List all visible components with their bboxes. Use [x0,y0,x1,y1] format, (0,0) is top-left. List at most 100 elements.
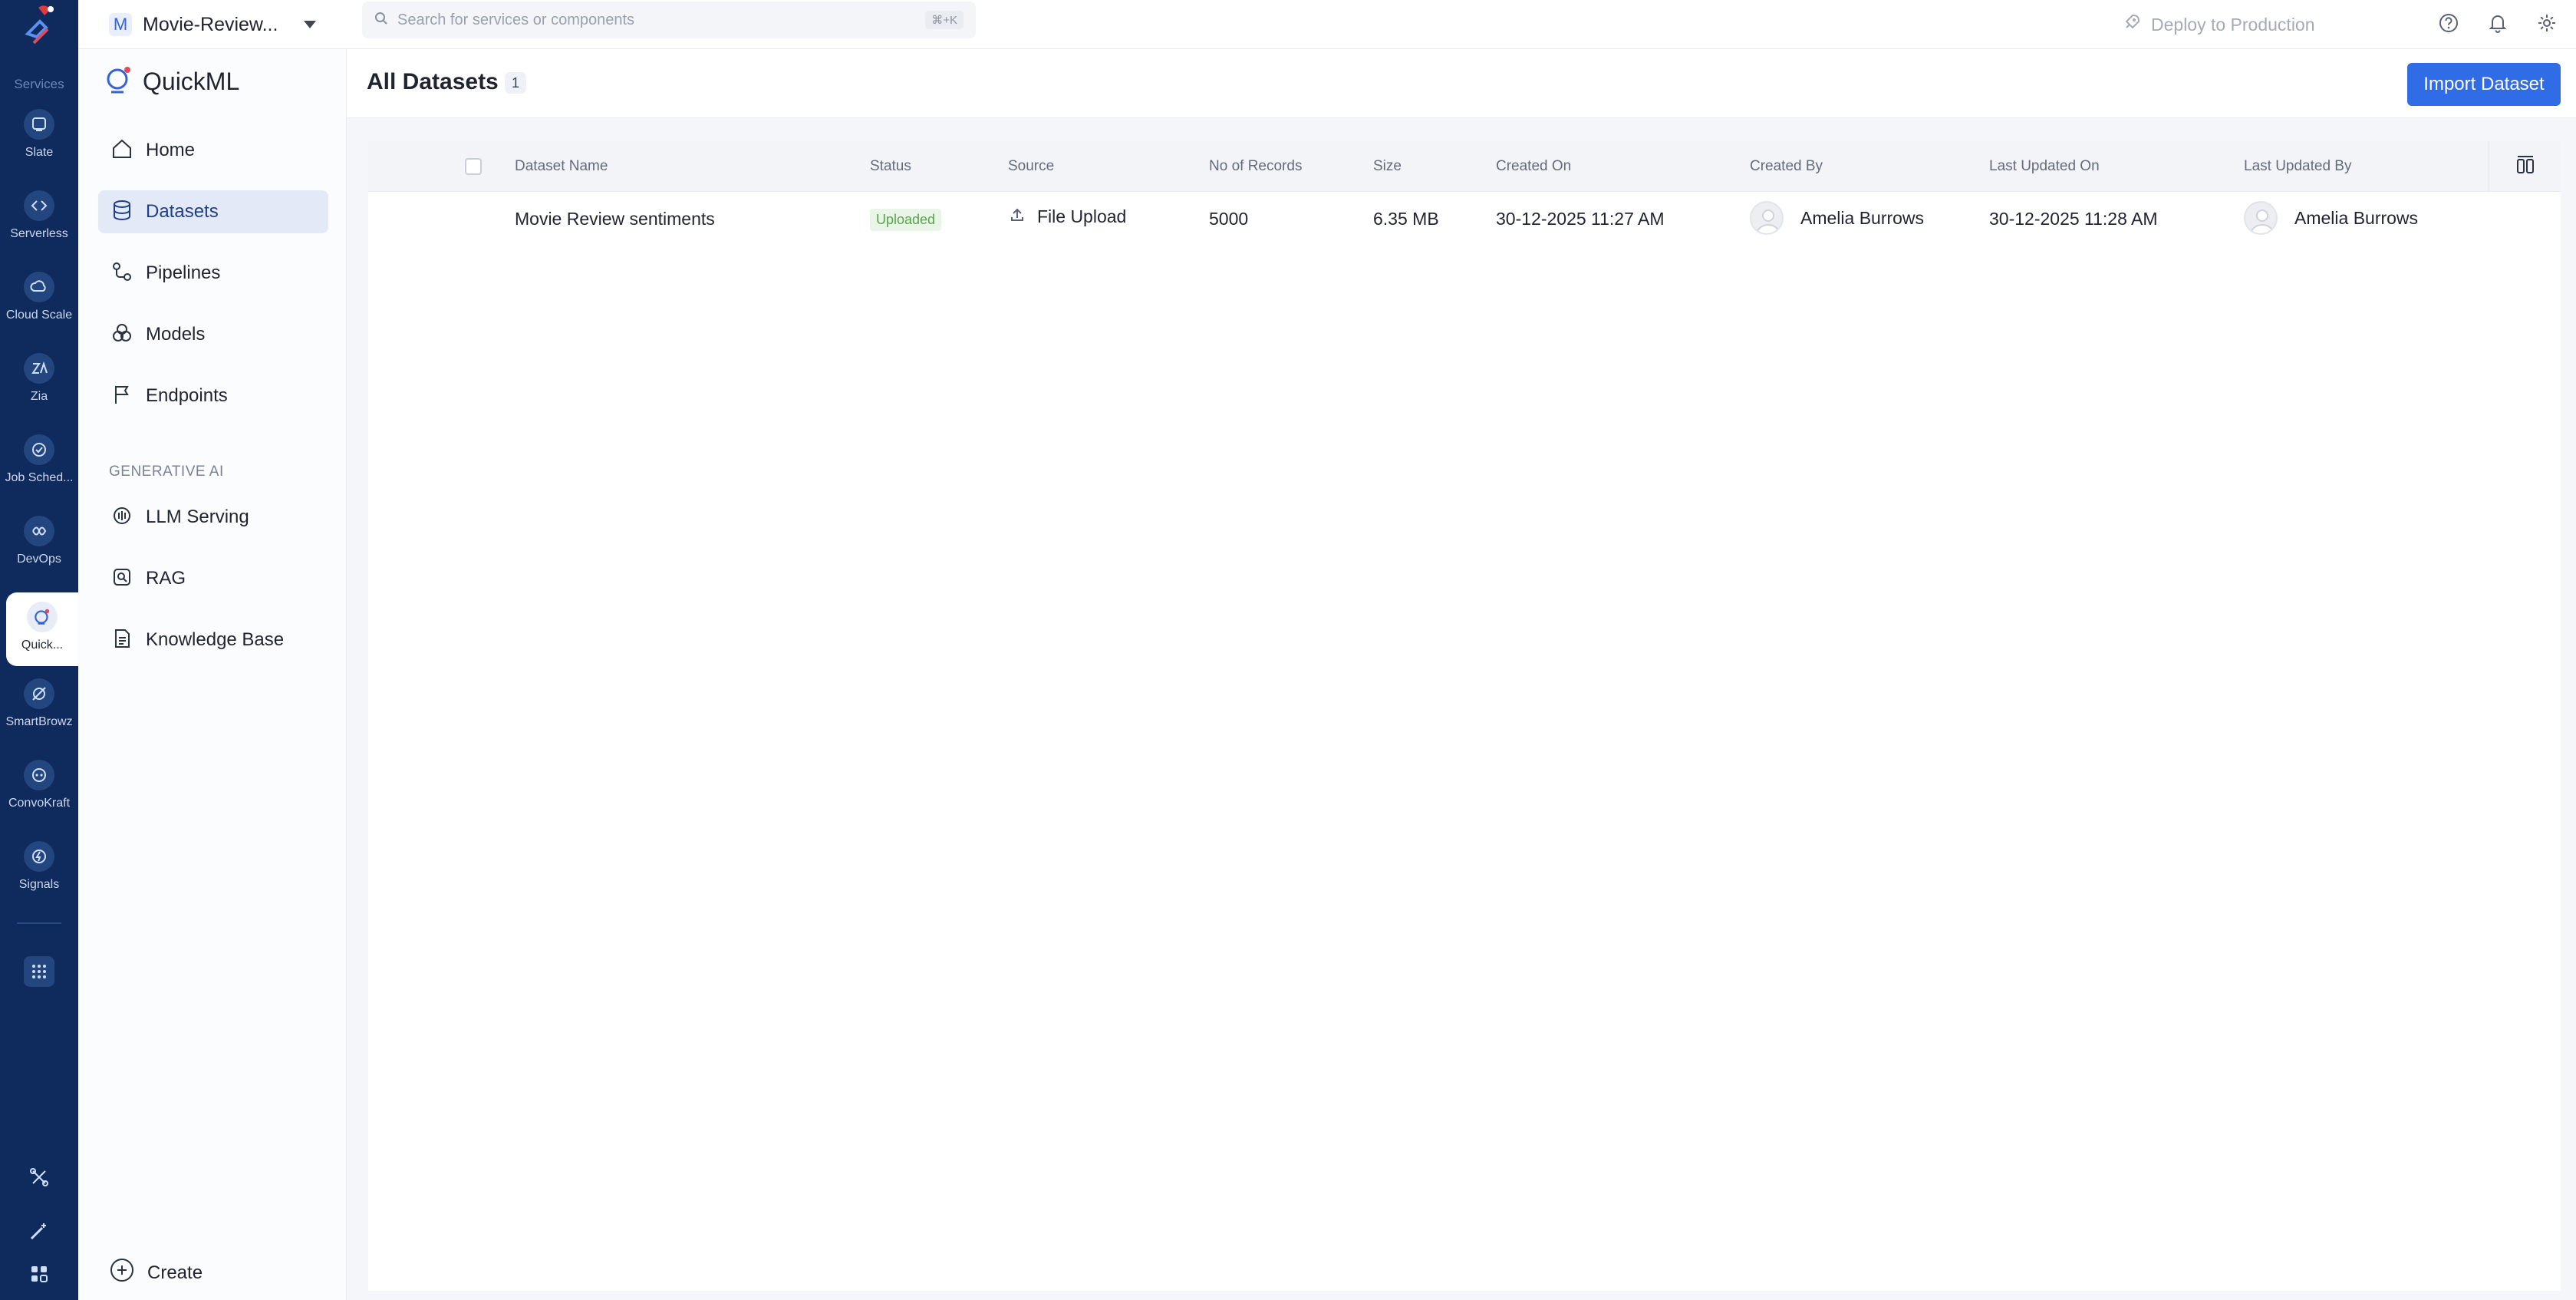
sidebar-item-label: Pipelines [146,262,221,283]
deploy-to-production-button[interactable]: Deploy to Production [2122,6,2315,43]
quickml-brand: QuickML [104,64,239,99]
records-cell: 5000 [1209,209,1249,229]
sidebar-item-llm-serving[interactable]: LLM Serving [98,496,328,539]
project-badge: M [109,13,132,36]
rail-item-slate[interactable]: Slate [0,100,78,173]
import-dataset-button[interactable]: Import Dataset [2407,63,2561,106]
create-button[interactable]: Create [109,1257,203,1288]
convokraft-icon [24,760,54,790]
column-header-created-on[interactable]: Created On [1496,158,1571,175]
rail-item-label: DevOps [17,553,61,566]
main-content: All Datasets 1 Import Dataset Dataset Na… [347,49,2576,1300]
models-icon [110,322,133,348]
sidebar-item-pipelines[interactable]: Pipelines [98,252,328,295]
rail-item-devops[interactable]: DevOps [0,506,78,580]
select-all-checkbox[interactable] [465,158,482,175]
serverless-icon [24,190,54,221]
plus-circle-icon [109,1257,135,1288]
all-services-button[interactable] [0,947,78,1002]
deploy-label: Deploy to Production [2151,14,2315,35]
avatar [2244,201,2278,235]
job-scheduling-icon [24,434,54,465]
sidebar-item-endpoints[interactable]: Endpoints [98,374,328,417]
column-header-last-updated-by[interactable]: Last Updated By [2244,158,2351,175]
settings-button[interactable] [2532,9,2562,40]
top-bar: M Movie-Review... ⌘+K Deploy to Producti… [78,0,2576,49]
search-bar: ⌘+K [362,2,976,38]
table-row[interactable]: Movie Review sentiments Uploaded File Up… [368,192,2561,247]
rail-item-quickml[interactable]: Quick... [6,592,78,666]
magic-tools-button[interactable] [0,1209,78,1255]
sidebar-item-datasets[interactable]: Datasets [98,190,328,233]
rag-icon [110,566,133,592]
column-header-last-updated-on[interactable]: Last Updated On [1989,158,2100,175]
chevron-down-icon [304,21,317,28]
sidebar-item-home[interactable]: Home [98,129,328,172]
column-header-records[interactable]: No of Records [1209,158,1302,175]
help-button[interactable] [2433,9,2464,40]
flag-icon [110,383,133,410]
rail-item-smartbrowz[interactable]: SmartBrowz [0,669,78,743]
rail-item-convokraft[interactable]: ConvoKraft [0,751,78,824]
rail-item-label: Zia [30,390,48,403]
sidebar-item-knowledge-base[interactable]: Knowledge Base [98,619,328,662]
search-shortcut: ⌘+K [925,11,964,29]
quickml-sidebar: QuickML Home Datasets Pipelines Models E… [78,49,347,1300]
bell-icon [2487,12,2508,38]
signals-icon [24,841,54,872]
avatar [1750,201,1784,235]
services-label: Services [14,77,64,91]
sidebar-item-label: Knowledge Base [146,629,285,650]
column-header-created-by[interactable]: Created By [1750,158,1823,175]
rail-item-label: Job Sched... [5,471,74,484]
quickml-icon [27,602,58,632]
integrations-button[interactable] [0,1156,78,1202]
rail-item-label: ConvoKraft [8,797,71,810]
source-cell: File Upload [1008,206,1126,228]
project-name: Movie-Review... [143,13,278,35]
notifications-button[interactable] [2482,9,2513,40]
search-input[interactable] [397,11,926,29]
rail-item-serverless[interactable]: Serverless [0,181,78,255]
database-icon [110,199,133,226]
project-selector[interactable]: M Movie-Review... [109,6,317,43]
sidebar-item-label: Home [146,140,196,160]
sidebar-item-models[interactable]: Models [98,313,328,356]
sidebar-item-label: RAG [146,568,186,589]
catalyst-logo-icon[interactable] [11,3,68,52]
table-header: Dataset Name Status Source No of Records… [368,141,2561,192]
brand-name: QuickML [143,68,240,95]
column-header-dataset-name[interactable]: Dataset Name [515,158,608,175]
sidebar-item-label: Endpoints [146,385,228,406]
created-by-cell: Amelia Burrows [1750,201,1924,235]
created-by-name: Amelia Burrows [1800,207,1925,228]
sidebar-item-rag[interactable]: RAG [98,557,328,600]
upload-icon [1008,206,1026,228]
grid-icon [24,956,54,987]
create-label: Create [147,1262,203,1283]
source-label: File Upload [1037,206,1127,226]
rail-item-zia[interactable]: Zia [0,344,78,417]
sidebar-item-label: Models [146,324,206,345]
column-header-status[interactable]: Status [870,158,911,175]
rail-item-label: Signals [18,878,60,891]
column-settings-button[interactable] [2489,141,2561,192]
sidebar-item-label: Datasets [146,201,219,222]
rail-item-cloud-scale[interactable]: Cloud Scale [0,262,78,336]
rail-item-signals[interactable]: Signals [0,832,78,906]
updated-by-cell: Amelia Burrows [2244,201,2418,235]
rail-item-label: Slate [25,146,54,159]
rail-item-job-scheduling[interactable]: Job Sched... [0,425,78,499]
services-rail: Services Slate Serverless Cloud Scale Zi… [0,0,78,1300]
updated-on-cell: 30-12-2025 11:28 AM [1989,209,2158,229]
dataset-count-badge: 1 [505,72,526,94]
apps-button[interactable] [0,1252,78,1298]
dataset-name-cell[interactable]: Movie Review sentiments [515,209,715,229]
integrations-icon [28,1166,50,1192]
gear-icon [2536,12,2558,38]
apps-icon [29,1264,49,1288]
slate-icon [24,109,54,140]
column-header-source[interactable]: Source [1008,158,1054,175]
home-icon [110,137,133,164]
column-header-size[interactable]: Size [1373,158,1402,175]
